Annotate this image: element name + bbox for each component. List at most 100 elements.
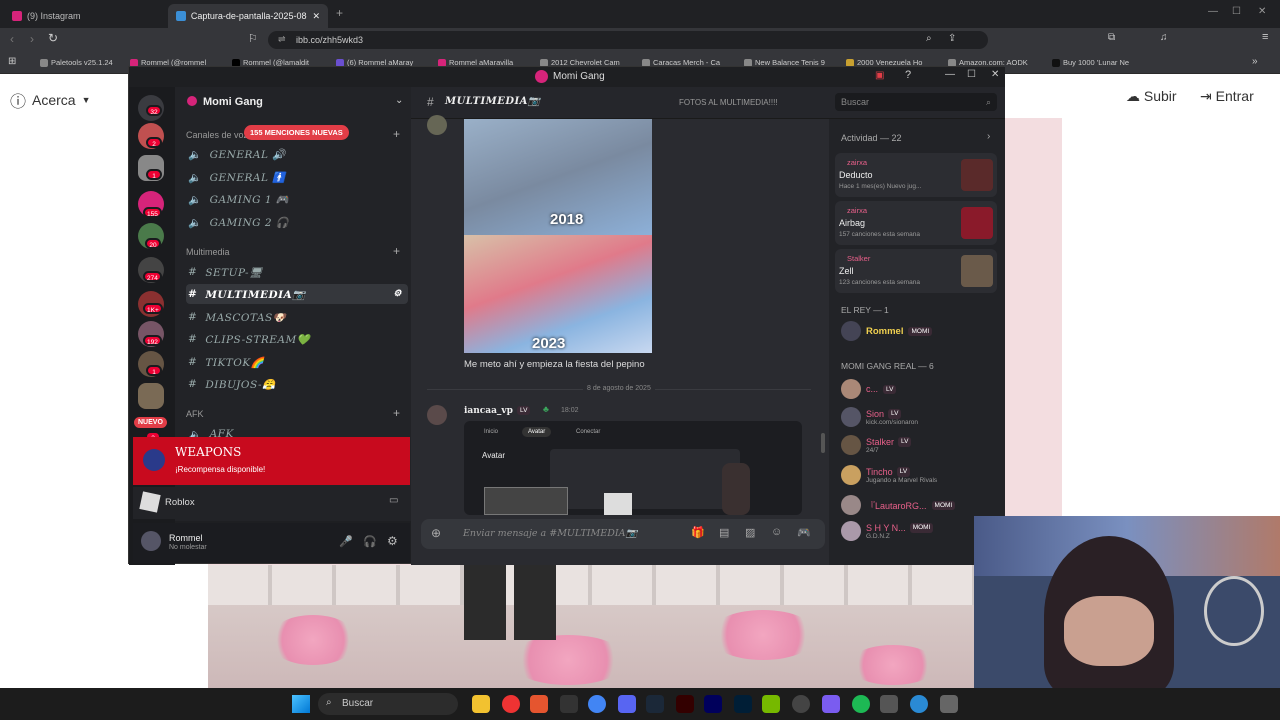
gif-icon[interactable]: ▤ (719, 526, 729, 539)
add-channel-icon[interactable]: + (393, 406, 400, 420)
bookmark-item[interactable]: Paletools v25.1.24 (40, 58, 113, 67)
inbox-icon[interactable]: ▣ (875, 70, 884, 81)
text-channel-mascotas[interactable]: # MASCOTAS🐶 (186, 307, 408, 327)
chevron-down-icon[interactable]: ⌄ (395, 95, 403, 106)
app-icon[interactable] (822, 695, 840, 713)
photoshop-icon[interactable] (734, 695, 752, 713)
user-settings-icon[interactable]: ⚙ (387, 534, 398, 548)
apps-icon[interactable]: ⊞ (8, 56, 16, 67)
text-channel-multimedia[interactable]: # MULTIMEDIA📷 ⚙ (186, 284, 408, 304)
menu-icon[interactable]: ≡ (1262, 31, 1268, 43)
site-info-icon[interactable]: ⇌ (278, 34, 286, 45)
gift-icon[interactable]: 🎁 (691, 526, 705, 539)
chrome-icon[interactable] (588, 695, 606, 713)
bookmark-icon[interactable]: ⚐ (248, 32, 258, 45)
avatar[interactable] (141, 531, 161, 551)
media-icon[interactable]: ♫ (1160, 32, 1168, 43)
activity-card[interactable]: zairxa Deducto Hace 1 mes(es) Nuevo jug.… (835, 153, 997, 197)
server-icon[interactable] (138, 383, 164, 409)
member-item[interactable]: c... LV (841, 379, 897, 399)
afk-category[interactable]: AFK (186, 409, 204, 419)
voice-channel-general-1[interactable]: 🔈 GENERAL 🔊 (186, 144, 408, 164)
text-channel-clips[interactable]: # CLIPS-STREAM💚 (186, 329, 408, 349)
headphones-icon[interactable]: 🎧 (363, 535, 377, 548)
voice-category[interactable]: Canales de voz (186, 130, 248, 140)
minimize-icon[interactable]: — (945, 69, 955, 80)
upload-button[interactable]: ☁ Subir (1126, 88, 1177, 105)
message-input[interactable]: ⊕ Enviar mensaje a #MULTIMEDIA📷 🎁 ▤ ▨ ☺ … (421, 519, 825, 549)
windows-start-icon[interactable] (292, 695, 310, 713)
member-item[interactable]: Tincho LV Jugando a Marvel Rivals (841, 465, 937, 485)
login-button[interactable]: ⇥ Entrar (1200, 88, 1254, 105)
premiere-icon[interactable] (704, 695, 722, 713)
new-tab-icon[interactable]: + (336, 6, 343, 20)
extensions-icon[interactable]: ⧉ (1108, 32, 1115, 43)
illustrator-icon[interactable] (676, 695, 694, 713)
chevron-right-icon[interactable]: › (987, 131, 990, 142)
steam-icon[interactable] (646, 695, 664, 713)
screen-share-icon[interactable]: ▭ (389, 495, 398, 506)
activity-card[interactable]: zairxa Airbag 157 canciones esta semana (835, 201, 997, 245)
app-icon[interactable] (910, 695, 928, 713)
close-tab-icon[interactable]: ✕ (312, 11, 320, 22)
app-icon[interactable] (560, 695, 578, 713)
bookmark-item[interactable]: Buy 1000 'Lunar Ne (1052, 58, 1129, 67)
brave-icon[interactable] (530, 695, 548, 713)
taskbar-search[interactable]: ⌕ Buscar (318, 693, 458, 715)
maximize-icon[interactable]: ☐ (1232, 6, 1241, 17)
opera-icon[interactable] (502, 695, 520, 713)
message-image[interactable]: 2018 2023 (464, 119, 652, 353)
app-icon[interactable] (880, 695, 898, 713)
member-item[interactable]: Sion LV kick.com/sionaron (841, 407, 918, 427)
minimize-icon[interactable]: — (1208, 6, 1218, 17)
forward-icon[interactable]: › (30, 32, 34, 46)
avatar[interactable] (427, 405, 447, 425)
tab-imgbb[interactable]: Captura-de-pantalla-2025-08-0 ✕ (168, 4, 328, 28)
more-bookmarks-icon[interactable]: » (1252, 56, 1258, 67)
obs-icon[interactable] (792, 695, 810, 713)
add-channel-icon[interactable]: + (393, 127, 400, 141)
channel-topic[interactable]: FOTOS AL MULTIMEDIA!!!! (679, 98, 778, 107)
member-item[interactable]: Rommel MOMI (841, 321, 933, 341)
voice-channel-gaming-2[interactable]: 🔈 GAMING 2 🎧 (186, 212, 408, 232)
settings-icon[interactable] (940, 695, 958, 713)
text-channel-setup[interactable]: # SETUP-🖥 (186, 262, 408, 282)
discord-icon[interactable] (618, 695, 636, 713)
server-name[interactable]: Momi Gang (203, 96, 263, 108)
avatar[interactable] (427, 115, 447, 135)
member-item[interactable]: Stalker LV 24/7 (841, 435, 912, 455)
new-mentions-pill[interactable]: 155 MENCIONES NUEVAS (244, 125, 349, 140)
quest-banner[interactable]: WEAPONS ¡Recompensa disponible! (133, 437, 410, 485)
message-author[interactable]: iancaa_vp (464, 406, 513, 416)
close-window-icon[interactable]: ✕ (1258, 6, 1266, 17)
text-channel-tiktok[interactable]: # TIKTOK🌈 (186, 352, 408, 372)
emoji-icon[interactable]: ☺ (771, 526, 782, 538)
back-icon[interactable]: ‹ (10, 32, 14, 46)
zoom-icon[interactable]: ⌕ (926, 33, 932, 44)
settings-icon[interactable]: ⚙ (393, 289, 402, 299)
sticker-icon[interactable]: ▨ (745, 526, 755, 539)
apps-icon[interactable]: 🎮 (797, 526, 811, 539)
share-icon[interactable]: ⇪ (948, 33, 956, 44)
spotify-icon[interactable] (852, 695, 870, 713)
url-field[interactable]: ⇌ ibb.co/zhh5wkd3 ⌕ ⇪ (268, 31, 988, 49)
tab-instagram[interactable]: (9) Instagram (4, 4, 164, 28)
close-icon[interactable]: ✕ (991, 69, 999, 80)
search-input[interactable]: Buscar ⌕ (835, 93, 997, 111)
nvidia-icon[interactable] (762, 695, 780, 713)
add-attachment-icon[interactable]: ⊕ (431, 526, 441, 540)
about-menu[interactable]: ⓘ Acerca ▼ (10, 88, 91, 112)
voice-channel-gaming-1[interactable]: 🔈 GAMING 1 🎮 (186, 189, 408, 209)
file-explorer-icon[interactable] (472, 695, 490, 713)
embed-image[interactable]: Inicio Avatar Conectar Avatar (464, 421, 802, 515)
microphone-icon[interactable]: 🎤 (339, 535, 353, 548)
member-item[interactable]: S H Y N... MOMI G.D.N.Z (841, 521, 934, 541)
reload-icon[interactable]: ↻ (48, 31, 58, 45)
member-item[interactable]: 『LautaroRG... MOMI (841, 495, 956, 515)
voice-channel-general-2[interactable]: 🔈 GENERAL 🚹 (186, 167, 408, 187)
multimedia-category[interactable]: Multimedia (186, 247, 230, 257)
activity-card[interactable]: Stalker Zell 123 canciones esta semana (835, 249, 997, 293)
activity-bar[interactable]: Roblox ▭ (133, 487, 410, 519)
chat-scrollbar[interactable] (821, 433, 825, 453)
add-channel-icon[interactable]: + (393, 244, 400, 258)
